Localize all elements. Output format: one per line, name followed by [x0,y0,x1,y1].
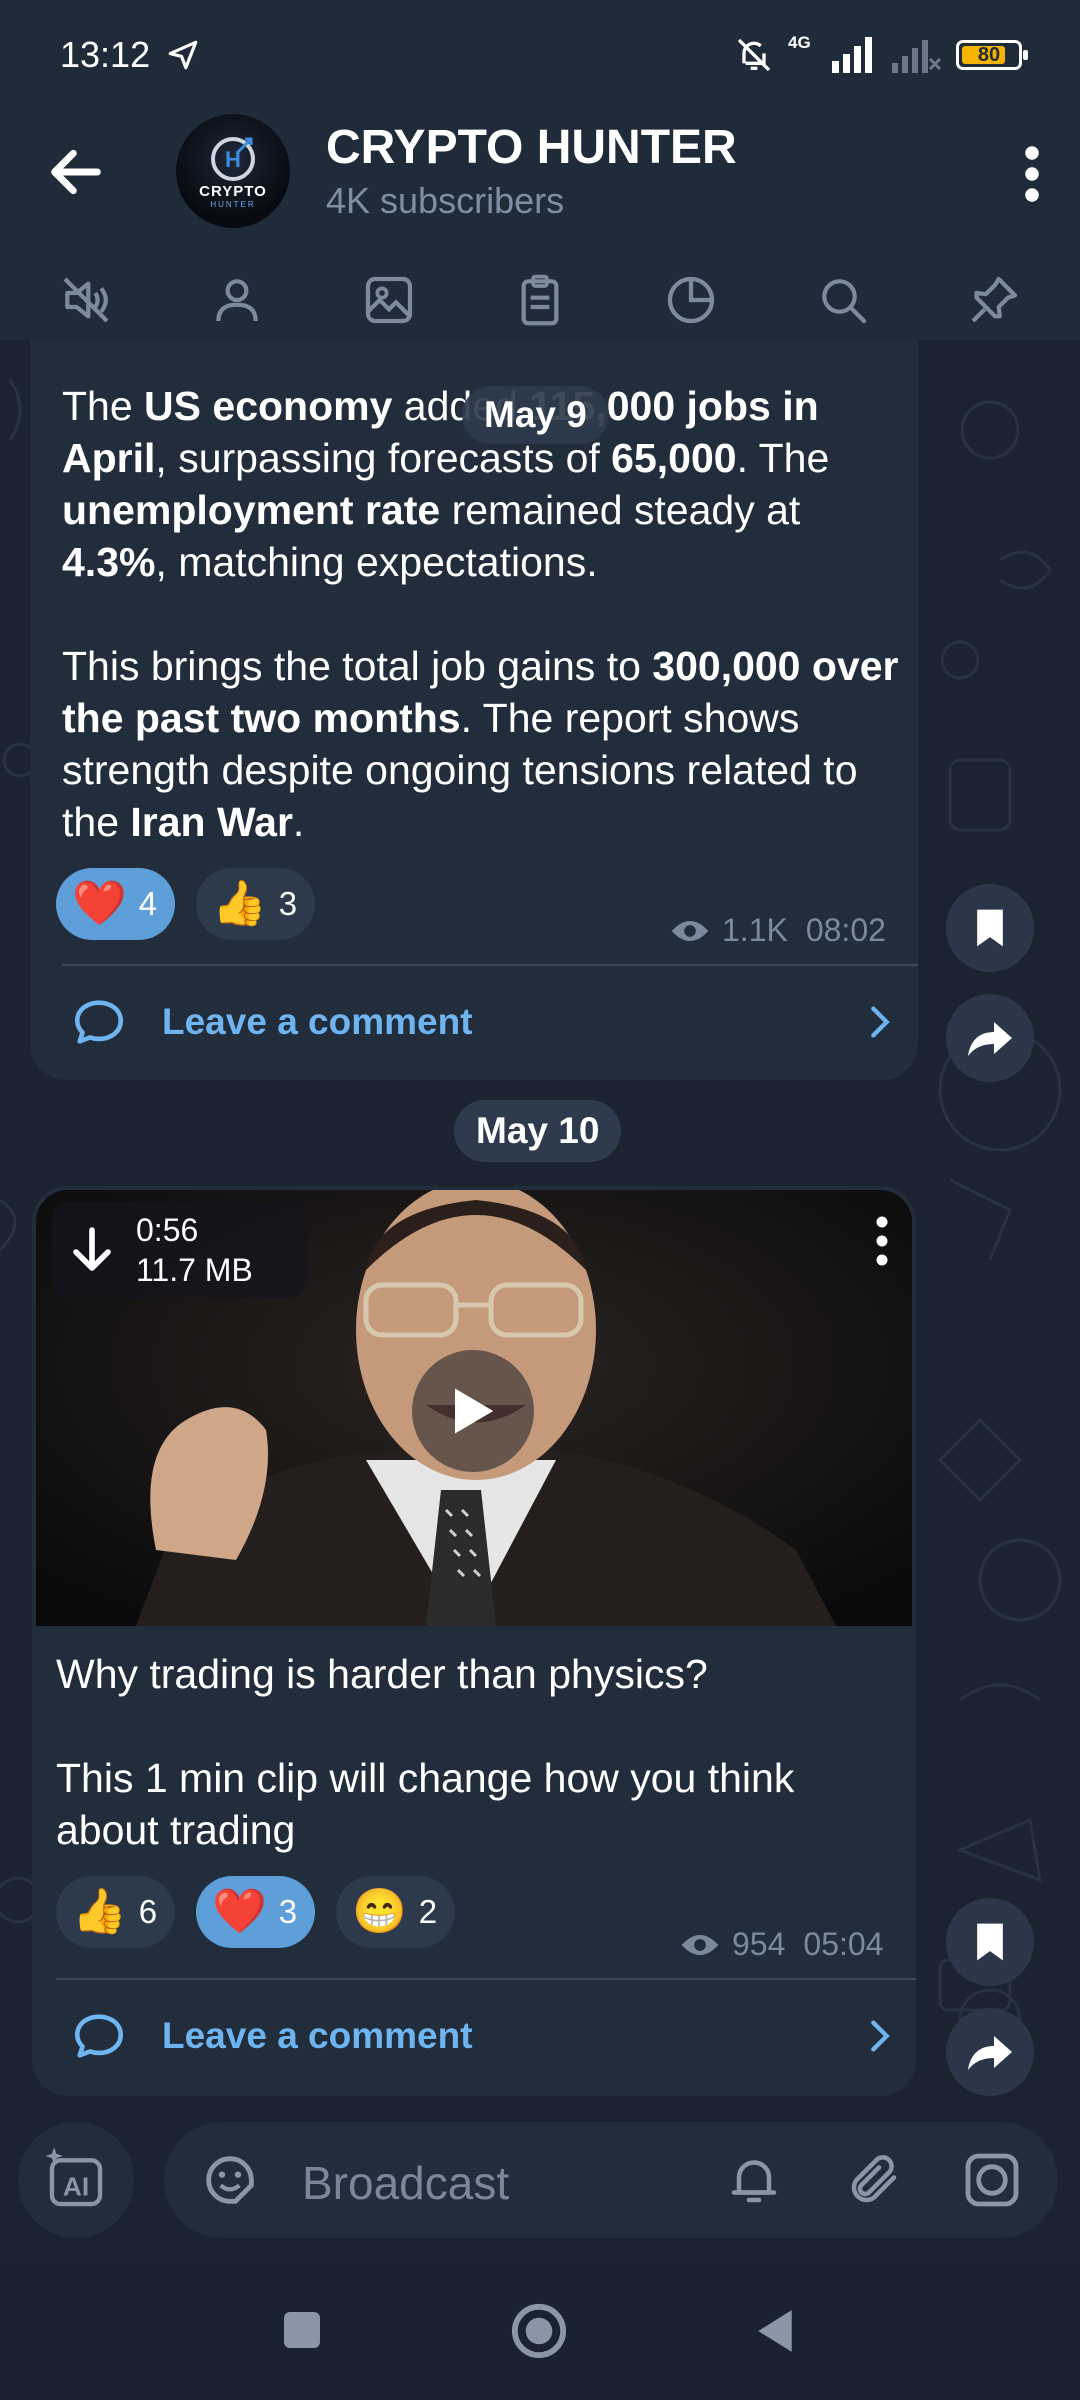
pin-icon[interactable] [964,270,1024,330]
ai-button[interactable]: AI [18,2122,134,2238]
back-nav-button[interactable] [754,2308,796,2354]
thumbs-up-emoji-icon: 👍 [72,1887,127,1936]
video-meta: 0:56 11.7 MB [136,1210,253,1290]
channel-header: H CRYPTO HUNTER CRYPTO HUNTER 4K subscri… [0,110,1080,340]
status-bar: 13:12 4G 80 [0,0,1080,110]
message-text-paragraph: This brings the total job gains to 300,0… [62,643,899,845]
reaction-count: 3 [278,1893,298,1930]
profile-icon[interactable] [207,270,267,330]
more-vert-icon[interactable] [1012,144,1052,204]
chevron-right-icon [871,1006,890,1038]
media-icon[interactable] [359,270,419,330]
channel-avatar[interactable]: H CRYPTO HUNTER [176,114,290,228]
play-icon [455,1388,494,1434]
leave-comment-button[interactable]: Leave a comment [70,2004,900,2068]
reaction-grin[interactable]: 😁 2 [336,1876,456,1948]
view-count: 1.1K [722,912,788,948]
svg-text:AI: AI [63,2171,89,2201]
leave-comment-button[interactable]: Leave a comment [70,990,900,1054]
system-nav-bar [0,2260,1080,2400]
forward-button[interactable] [946,2008,1034,2096]
reaction-count: 2 [418,1893,438,1930]
view-count: 954 [732,1926,786,1962]
heart-emoji-icon: ❤️ [212,1887,267,1936]
reaction-heart[interactable]: ❤️ 3 [196,1876,316,1948]
reaction-heart[interactable]: ❤️ 4 [56,868,176,940]
message-input[interactable]: Broadcast [164,2122,1058,2238]
bookmark-icon [977,1923,1003,1961]
input-placeholder: Broadcast [302,2157,510,2209]
message-text: Why trading is harder than physics? This… [56,1648,906,1856]
telegram-send-icon [168,40,198,70]
signal-icon [832,37,872,73]
input-area: AI Broadcast [0,2090,1080,2260]
save-bookmark-button[interactable] [946,884,1034,972]
avatar-logo-subtext: HUNTER [210,200,256,209]
comment-divider [56,1978,916,1980]
status-time: 13:12 [60,34,151,75]
channel-title[interactable]: CRYPTO HUNTER [326,120,737,175]
video-size: 11.7 MB [136,1252,253,1288]
mute-icon[interactable] [56,270,116,330]
heart-emoji-icon: ❤️ [72,879,127,928]
forward-button[interactable] [946,994,1034,1082]
floating-date-pill: May 9 [462,386,609,444]
files-icon[interactable] [510,270,570,330]
reaction-thumbs-up[interactable]: 👍 3 [196,868,316,940]
notification-bell-icon[interactable] [724,2150,784,2210]
camera-instant-icon[interactable] [960,2148,1024,2212]
message-line: This 1 min clip will change how you thin… [56,1755,795,1853]
comment-bubble-icon [74,2014,124,2058]
ai-sparkle-icon: AI [45,2147,103,2207]
download-arrow-icon [73,1227,111,1271]
sticker-emoji-icon[interactable] [198,2148,262,2212]
date-separator: May 10 [454,1100,622,1162]
attach-icon[interactable] [844,2150,904,2210]
back-arrow-icon[interactable] [44,140,108,204]
search-icon[interactable] [813,270,873,330]
avatar-logo-text: CRYPTO [199,183,267,200]
battery-indicator: 80 [956,40,1028,70]
comment-bubble-icon [74,1000,124,1044]
video-player[interactable]: 0:56 11.7 MB [36,1190,912,1626]
save-bookmark-button[interactable] [946,1898,1034,1986]
comment-divider [62,964,918,966]
logo-emblem-icon: H [211,137,255,181]
stats-icon[interactable] [661,270,721,330]
chevron-right-icon [871,2020,890,2052]
video-more-icon[interactable] [870,1216,894,1266]
share-arrow-icon [968,1022,1012,1056]
subscriber-count: 4K subscribers [326,180,565,221]
reaction-count: 4 [138,885,158,922]
bell-muted-icon [737,38,771,72]
home-button[interactable] [510,2302,568,2360]
message-line: Why trading is harder than physics? [56,1651,708,1697]
video-duration: 0:56 [136,1212,199,1248]
eye-icon [681,1934,719,1955]
grin-emoji-icon: 😁 [352,1887,407,1936]
bookmark-icon [977,909,1003,947]
video-download-info[interactable]: 0:56 11.7 MB [52,1202,308,1298]
message-time: 05:04 [803,1926,884,1962]
message-meta: 954 05:04 [680,1926,883,1963]
signal-secondary-icon [892,40,942,73]
message-meta: 1.1K 08:02 [670,912,886,949]
channel-tabs [0,260,1080,340]
message-time: 08:02 [805,912,886,948]
reaction-thumbs-up[interactable]: 👍 6 [56,1876,176,1948]
play-button[interactable] [412,1350,534,1472]
network-type: 4G [788,33,811,52]
eye-icon [671,920,709,941]
share-arrow-icon [968,2036,1012,2070]
recent-apps-button[interactable] [282,2310,322,2350]
thumbs-up-emoji-icon: 👍 [212,879,267,928]
reaction-count: 3 [278,885,298,922]
reaction-count: 6 [138,1893,158,1930]
